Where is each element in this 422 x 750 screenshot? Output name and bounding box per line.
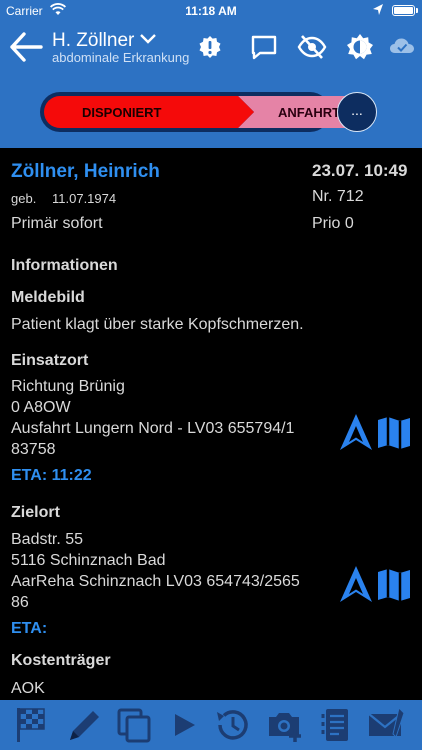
zielort-line: Badstr. 55	[11, 531, 84, 548]
zielort-map-actions	[338, 564, 414, 604]
birth-date: 11.07.1974	[52, 191, 117, 206]
zielort-line: 86	[11, 594, 29, 611]
zielort-heading: Zielort	[11, 504, 60, 521]
einsatzort-heading: Einsatzort	[11, 352, 89, 369]
back-arrow-icon[interactable]	[8, 30, 44, 64]
patient-name: Zöllner, Heinrich	[11, 161, 160, 182]
location-arrow-icon	[372, 3, 384, 20]
alert-badge-icon[interactable]	[195, 32, 225, 62]
zielort-line: AarReha Schinznach LV03 654743/2565	[11, 573, 300, 590]
status-progress: ANFAHRT DISPONIERT	[40, 92, 366, 132]
einsatzort-eta: ETA: 11:22	[11, 467, 92, 484]
patient-title-button[interactable]: H. Zöllner	[52, 28, 157, 52]
page-subtitle: abdominale Erkrankung	[52, 50, 190, 65]
zielort-line: 5116 Schinznach Bad	[11, 552, 166, 569]
birth-label: geb.	[11, 191, 37, 206]
eye-off-icon[interactable]	[297, 32, 327, 62]
map-icon[interactable]	[376, 568, 412, 602]
notes-icon[interactable]	[317, 704, 357, 746]
pencil-icon[interactable]	[64, 704, 104, 746]
kostentraeger-value: AOK	[11, 680, 45, 697]
status-strip: ANFAHRT DISPONIERT ...	[0, 74, 422, 148]
chat-icon[interactable]	[249, 32, 279, 62]
stage-current: DISPONIERT	[44, 96, 254, 128]
einsatzort-line: 0 A8OW	[11, 399, 71, 416]
priority-value: Prio 0	[312, 215, 354, 232]
kostentraeger-heading: Kostenträger	[11, 652, 111, 669]
einsatzort-line: Ausfahrt Lungern Nord - LV03 655794/1	[11, 420, 295, 437]
map-icon[interactable]	[376, 416, 412, 450]
checkered-flag-icon[interactable]	[12, 704, 52, 746]
navigation-icon[interactable]	[338, 564, 374, 604]
copy-icon[interactable]	[115, 704, 155, 746]
einsatzort-line: 83758	[11, 441, 56, 458]
navigation-icon[interactable]	[338, 412, 374, 452]
einsatzort-map-actions	[338, 412, 414, 452]
mail-icon[interactable]	[366, 704, 406, 746]
meldebild-heading: Meldebild	[11, 289, 85, 306]
battery-icon	[392, 5, 415, 16]
einsatzort-line: Richtung Brünig	[11, 378, 125, 395]
priority-category: Primär sofort	[11, 215, 103, 232]
informationen-heading: Informationen	[11, 257, 118, 274]
chevron-down-icon	[140, 28, 157, 50]
play-icon[interactable]	[165, 704, 205, 746]
brightness-icon[interactable]	[345, 32, 375, 62]
mission-datetime: 23.07. 10:49	[312, 161, 408, 180]
status-bar: Carrier 11:18 AM	[0, 0, 422, 22]
zielort-eta: ETA:	[11, 620, 48, 637]
bottom-toolbar	[0, 700, 422, 750]
meldebild-text: Patient klagt über starke Kopfschmerzen.	[11, 316, 304, 333]
page-title: H. Zöllner	[52, 30, 135, 51]
navigation-bar: H. Zöllner abdominale Erkrankung	[0, 22, 422, 74]
cloud-check-icon[interactable]	[388, 32, 416, 62]
mission-number: Nr. 712	[312, 188, 364, 205]
history-icon[interactable]	[212, 704, 252, 746]
clock: 11:18 AM	[185, 4, 237, 18]
more-button[interactable]: ...	[337, 92, 377, 132]
camera-add-icon[interactable]	[265, 704, 305, 746]
